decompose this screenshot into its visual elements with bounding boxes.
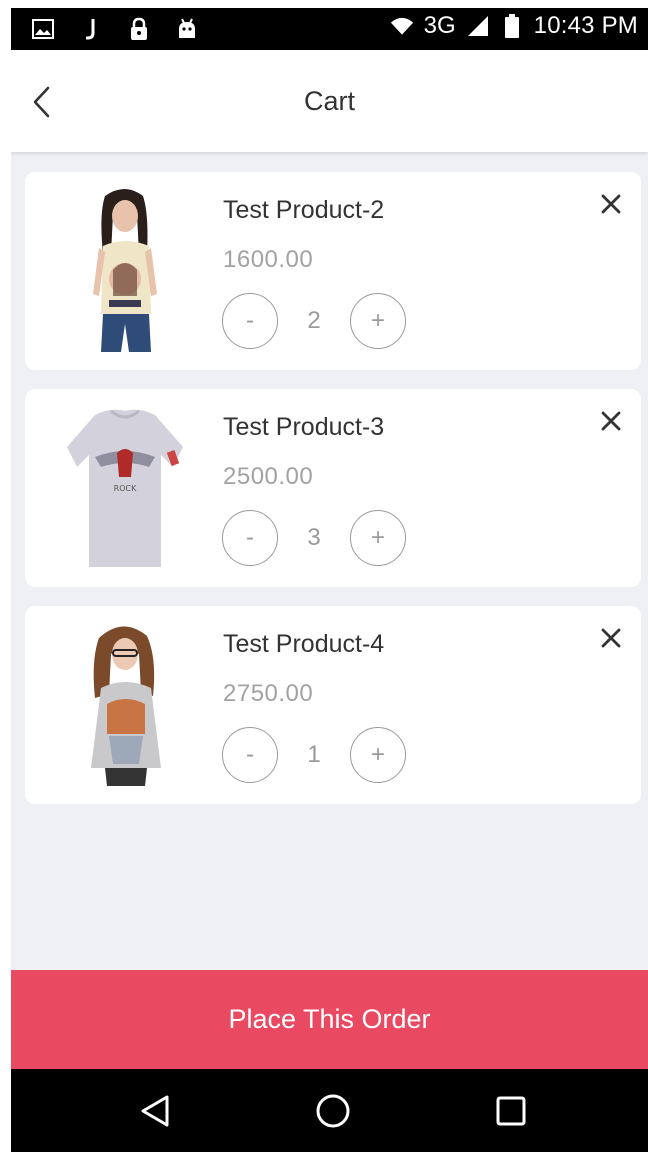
page-title: Cart: [303, 86, 355, 116]
quantity-value: 2: [307, 307, 321, 334]
quantity-value: 1: [307, 741, 321, 768]
network-type: 3G: [423, 12, 456, 39]
app-bar: Cart: [11, 50, 648, 152]
nav-home-button[interactable]: [313, 1091, 353, 1131]
lock-icon: [127, 16, 151, 42]
system-nav-bar: [11, 1069, 648, 1152]
decrement-button[interactable]: -: [222, 293, 278, 349]
j-notification-icon: [79, 16, 103, 42]
quantity-stepper: - 3 +: [222, 508, 406, 568]
product-name: Test Product-4: [223, 630, 385, 658]
triangle-back-icon: [141, 1095, 169, 1127]
status-bar: 3G 10:43 PM: [11, 8, 648, 50]
decrement-button[interactable]: -: [222, 510, 278, 566]
product-price: 2500.00: [223, 463, 314, 490]
quantity-value: 3: [307, 524, 321, 551]
product-name: Test Product-2: [223, 196, 385, 224]
product-price: 1600.00: [223, 246, 314, 273]
remove-item-button[interactable]: [597, 407, 625, 435]
signal-icon: [466, 13, 490, 39]
quantity-stepper: - 1 +: [222, 725, 406, 785]
decrement-button[interactable]: -: [222, 727, 278, 783]
square-recents-icon: [496, 1096, 526, 1126]
circle-home-icon: [316, 1094, 350, 1128]
nav-recents-button[interactable]: [491, 1091, 531, 1131]
quantity-stepper: - 2 +: [222, 291, 406, 351]
increment-button[interactable]: +: [350, 293, 406, 349]
product-price: 2750.00: [223, 680, 314, 707]
cart-item: ROCK Test Product-3 2500.00 - 3 +: [25, 389, 641, 587]
android-icon: [175, 16, 199, 42]
cart-item: Test Product-4 2750.00 - 1 +: [25, 606, 641, 804]
close-icon: [601, 628, 621, 648]
gallery-icon: [31, 16, 55, 42]
svg-text:ROCK: ROCK: [114, 484, 137, 493]
product-name: Test Product-3: [223, 413, 385, 441]
place-order-button[interactable]: Place This Order: [11, 970, 648, 1069]
close-icon: [601, 411, 621, 431]
battery-icon: [500, 13, 524, 39]
remove-item-button[interactable]: [597, 190, 625, 218]
product-image: ROCK: [67, 409, 183, 567]
product-image: [91, 626, 161, 786]
increment-button[interactable]: +: [350, 727, 406, 783]
close-icon: [601, 194, 621, 214]
product-image: [93, 189, 157, 352]
increment-button[interactable]: +: [350, 510, 406, 566]
clock: 10:43 PM: [533, 12, 638, 39]
cart-list: Test Product-2 1600.00 - 2 + ROCK Test P…: [25, 172, 641, 823]
cart-item: Test Product-2 1600.00 - 2 +: [25, 172, 641, 370]
nav-back-button[interactable]: [135, 1091, 175, 1131]
app-screen: 3G 10:43 PM Cart Test Product-2 1600.00 …: [11, 8, 648, 1152]
wifi-icon: [390, 13, 414, 39]
remove-item-button[interactable]: [597, 624, 625, 652]
